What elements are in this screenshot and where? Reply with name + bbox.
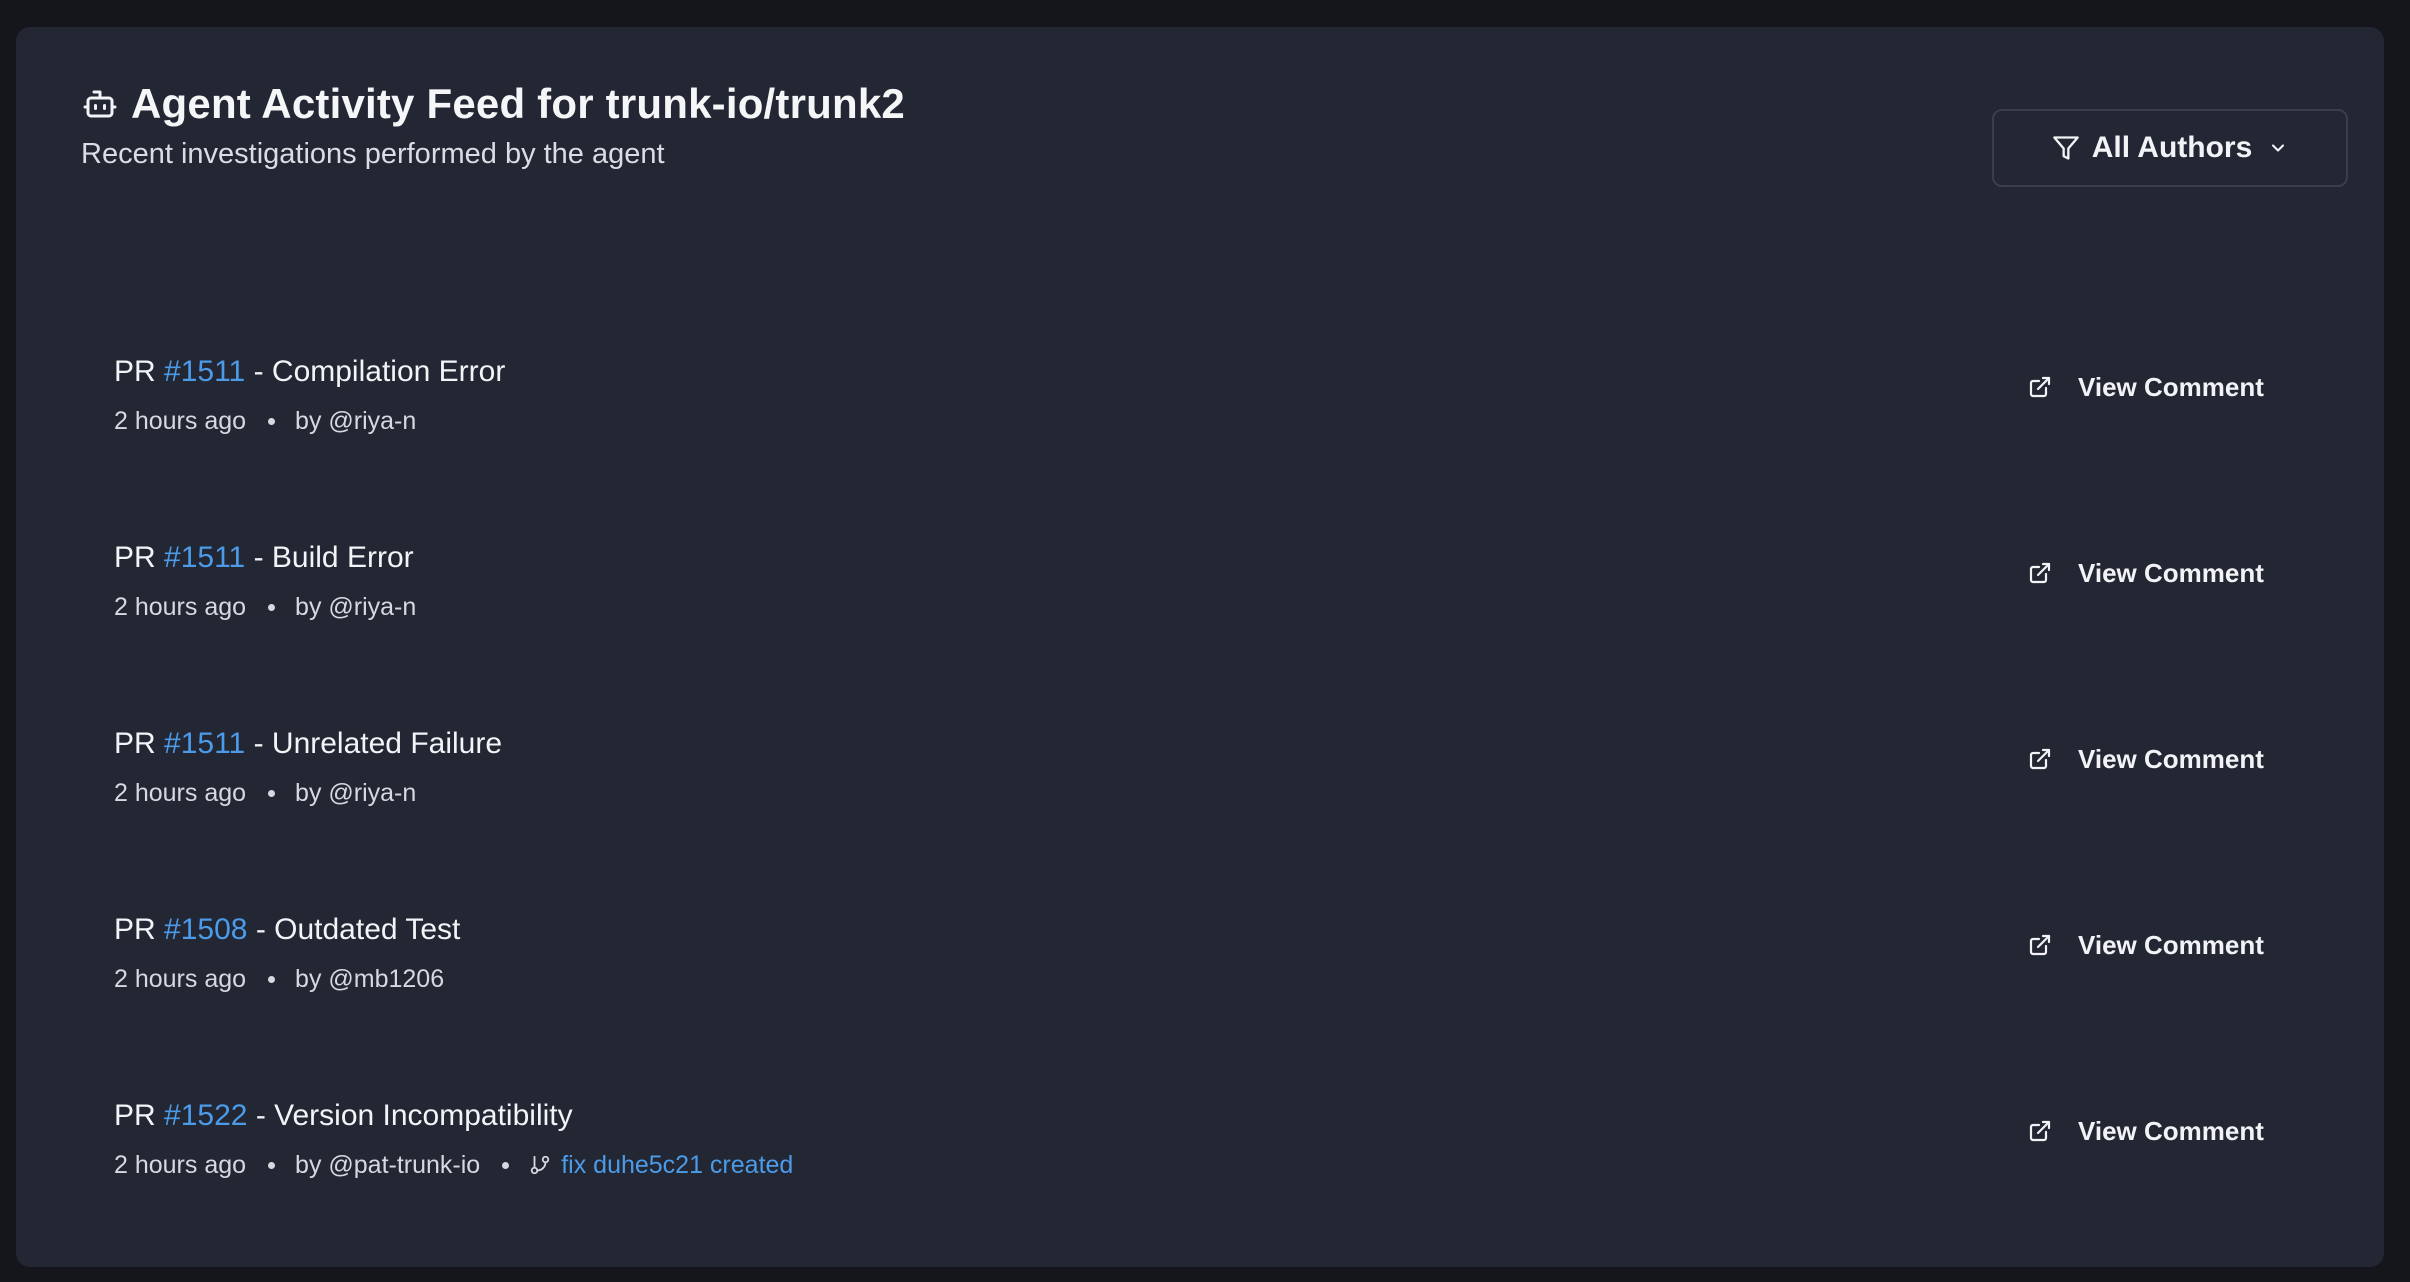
pr-link[interactable]: #1522	[164, 1099, 247, 1132]
view-comment-label: View Comment	[2078, 371, 2264, 402]
view-comment-label: View Comment	[2078, 743, 2264, 774]
activity-item: PR #1511 - Compilation Error 2 hours ago…	[114, 352, 2344, 538]
activity-meta: 2 hours ago by @riya-n	[114, 404, 2344, 438]
page-title: Agent Activity Feed for trunk-io/trunk2	[131, 80, 905, 127]
external-link-icon	[2028, 933, 2052, 957]
timestamp: 2 hours ago	[114, 592, 247, 621]
separator-dot	[268, 603, 276, 611]
view-comment-button[interactable]: View Comment	[2028, 724, 2264, 794]
activity-meta: 2 hours ago by @riya-n	[114, 776, 2344, 810]
author: by @mb1206	[295, 964, 445, 993]
failure-type: - Unrelated Failure	[253, 727, 503, 760]
activity-title: PR #1522 - Version Incompatibility	[114, 1096, 2344, 1136]
pr-prefix: PR	[114, 355, 156, 388]
pr-prefix: PR	[114, 541, 156, 574]
bot-icon	[81, 85, 119, 123]
separator-dot	[268, 417, 276, 425]
activity-item: PR #1511 - Build Error 2 hours ago by @r…	[114, 538, 2344, 724]
pr-link[interactable]: #1511	[164, 355, 245, 388]
view-comment-label: View Comment	[2078, 1115, 2264, 1146]
activity-title: PR #1508 - Outdated Test	[114, 910, 2344, 950]
activity-list: PR #1511 - Compilation Error 2 hours ago…	[114, 352, 2344, 1282]
activity-meta: 2 hours ago by @mb1206	[114, 962, 2344, 996]
view-comment-label: View Comment	[2078, 929, 2264, 960]
pr-prefix: PR	[114, 1099, 156, 1132]
view-comment-button[interactable]: View Comment	[2028, 1096, 2264, 1166]
separator-dot	[268, 1161, 276, 1169]
timestamp: 2 hours ago	[114, 778, 247, 807]
activity-item: PR #1511 - Unrelated Failure 2 hours ago…	[114, 724, 2344, 910]
external-link-icon	[2028, 747, 2052, 771]
author: by @riya-n	[295, 592, 417, 621]
failure-type: - Version Incompatibility	[255, 1099, 573, 1132]
timestamp: 2 hours ago	[114, 406, 247, 435]
author: by @riya-n	[295, 778, 417, 807]
activity-title: PR #1511 - Compilation Error	[114, 352, 2344, 392]
separator-dot	[268, 975, 276, 983]
filter-icon	[2052, 134, 2080, 162]
git-branch-icon	[531, 1155, 550, 1175]
author-filter-dropdown[interactable]: All Authors	[1992, 109, 2348, 187]
pr-link[interactable]: #1508	[164, 913, 247, 946]
activity-title: PR #1511 - Unrelated Failure	[114, 724, 2344, 764]
external-link-icon	[2028, 561, 2052, 585]
activity-item: PR #1508 - Outdated Test 2 hours ago by …	[114, 910, 2344, 1096]
activity-item: PR #1522 - Version Incompatibility 2 hou…	[114, 1096, 2344, 1282]
external-link-icon	[2028, 375, 2052, 399]
separator-dot	[502, 1161, 510, 1169]
activity-meta: 2 hours ago by @pat-trunk-io fix duhe5c2…	[114, 1148, 2344, 1182]
view-comment-label: View Comment	[2078, 557, 2264, 588]
title-row: Agent Activity Feed for trunk-io/trunk2	[81, 76, 905, 132]
pr-prefix: PR	[114, 913, 156, 946]
failure-type: - Compilation Error	[253, 355, 506, 388]
timestamp: 2 hours ago	[114, 1150, 247, 1179]
view-comment-button[interactable]: View Comment	[2028, 352, 2264, 422]
page-subtitle: Recent investigations performed by the a…	[81, 138, 665, 170]
pr-prefix: PR	[114, 727, 156, 760]
separator-dot	[268, 789, 276, 797]
external-link-icon	[2028, 1119, 2052, 1143]
author-filter-label: All Authors	[2091, 131, 2253, 164]
fix-branch-link[interactable]: fix duhe5c21 created	[529, 1151, 793, 1180]
timestamp: 2 hours ago	[114, 964, 247, 993]
author: by @riya-n	[295, 406, 417, 435]
page-header: Agent Activity Feed for trunk-io/trunk2 …	[81, 76, 905, 171]
failure-type: - Outdated Test	[255, 913, 461, 946]
view-comment-button[interactable]: View Comment	[2028, 910, 2264, 980]
activity-title: PR #1511 - Build Error	[114, 538, 2344, 578]
failure-type: - Build Error	[253, 541, 414, 574]
fix-branch-label: fix duhe5c21 created	[561, 1150, 794, 1179]
view-comment-button[interactable]: View Comment	[2028, 538, 2264, 608]
chevron-down-icon	[2268, 138, 2288, 158]
pr-link[interactable]: #1511	[164, 541, 245, 574]
author: by @pat-trunk-io	[295, 1150, 481, 1179]
pr-link[interactable]: #1511	[164, 727, 245, 760]
activity-meta: 2 hours ago by @riya-n	[114, 590, 2344, 624]
